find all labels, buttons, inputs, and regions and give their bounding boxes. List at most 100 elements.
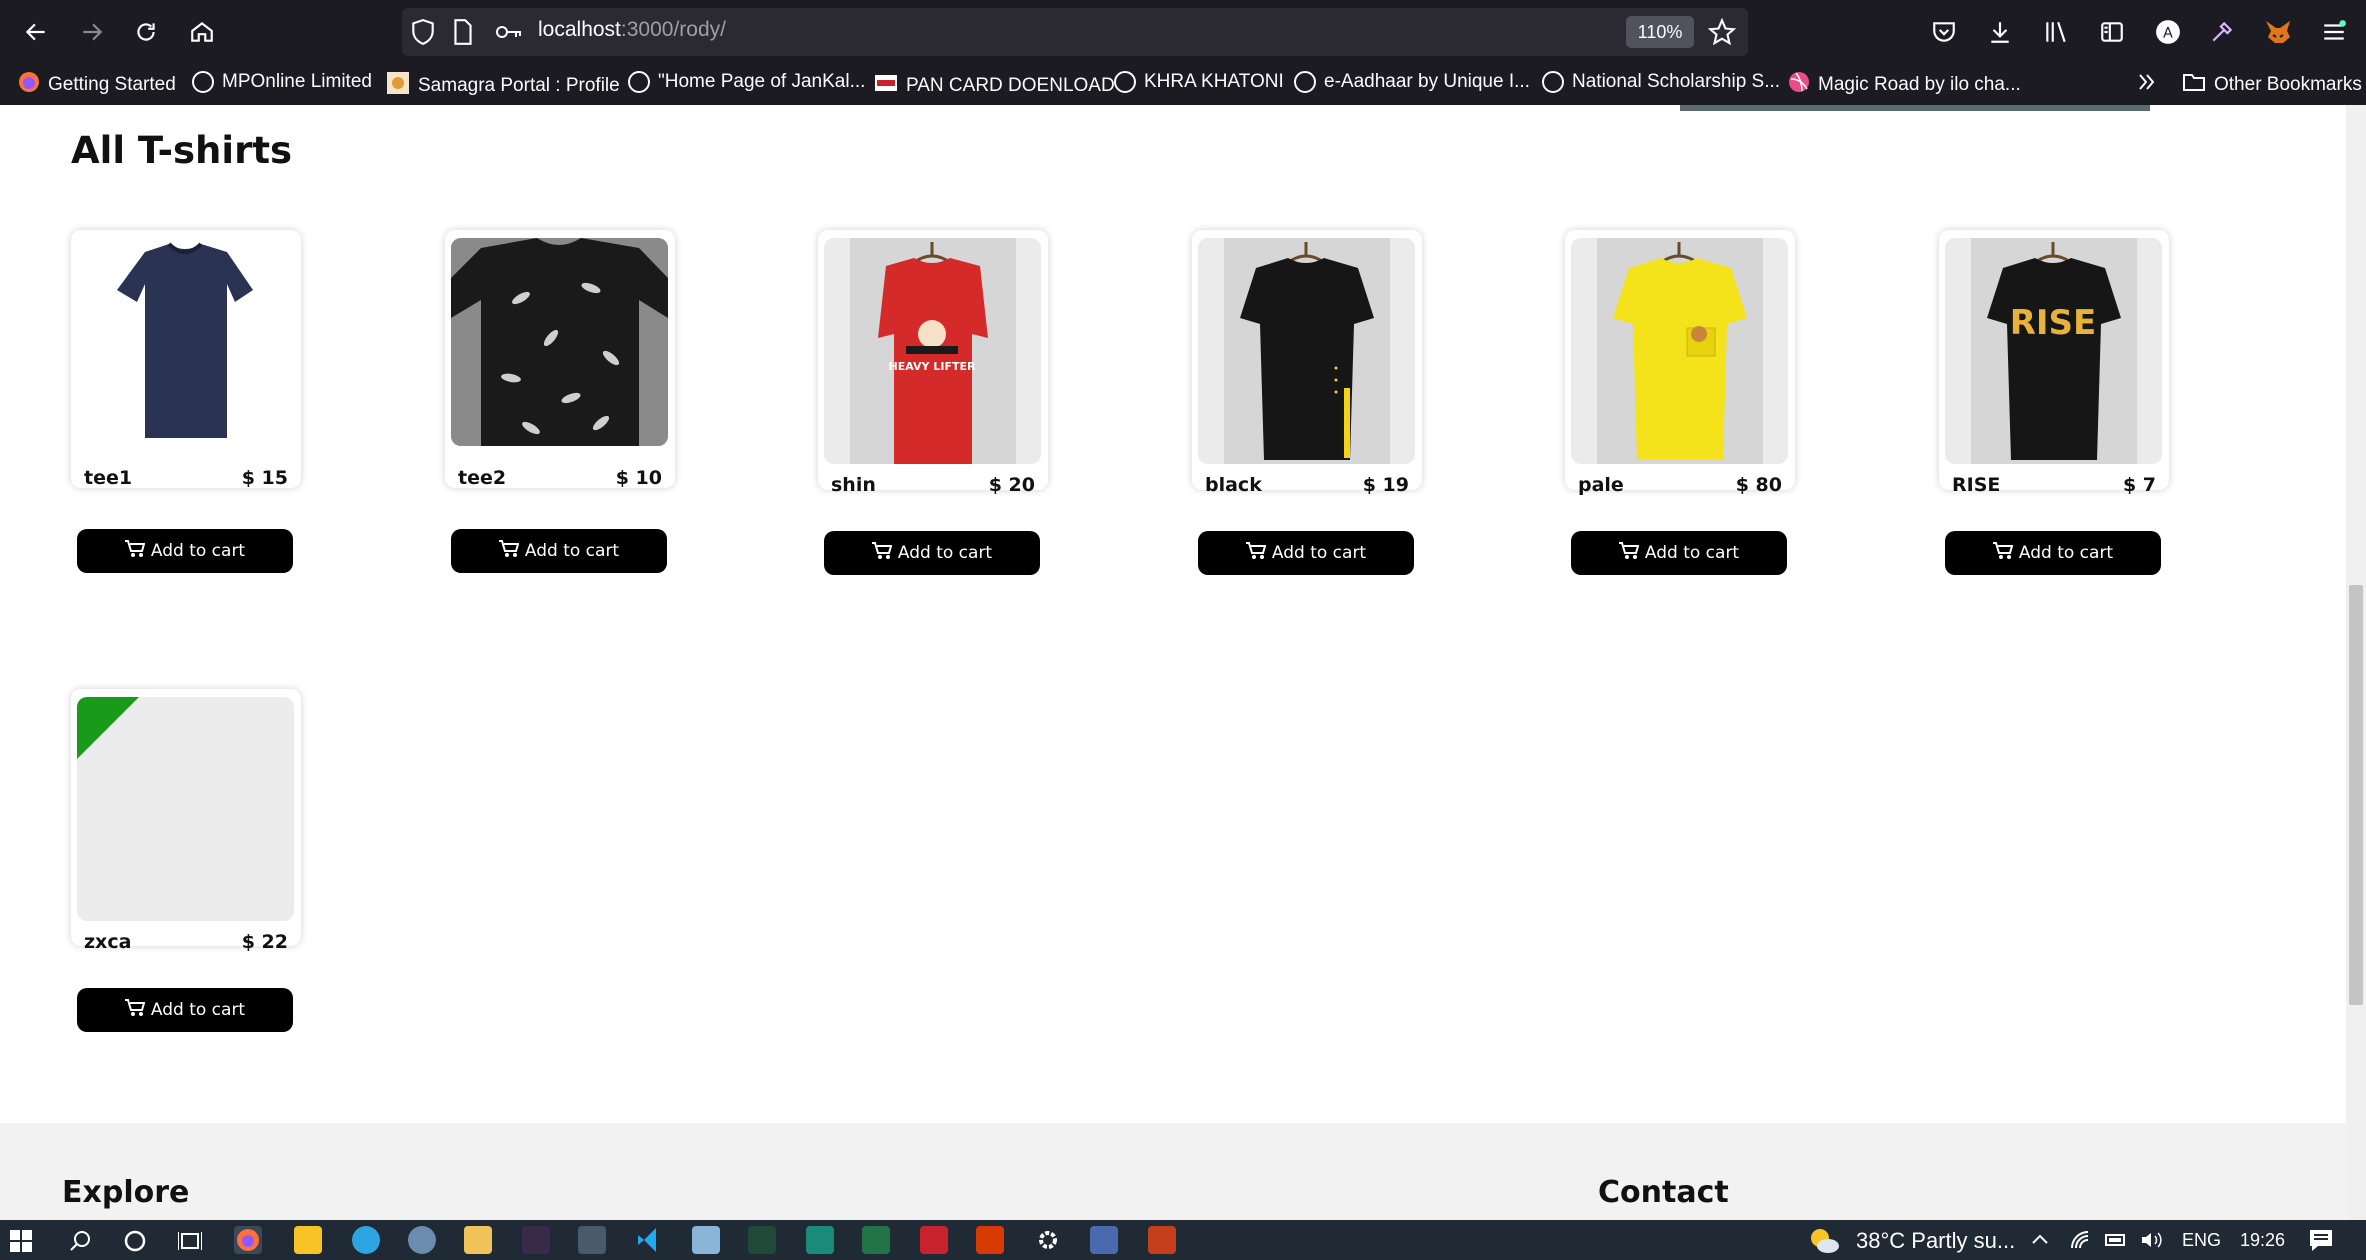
excel-icon[interactable] xyxy=(862,1226,890,1254)
vscode-icon[interactable] xyxy=(636,1226,664,1254)
product-card[interactable]: RISE RISE $ 7 Add to cart xyxy=(1939,230,2169,575)
bookmarks-overflow-icon[interactable] xyxy=(2136,71,2158,93)
cortana-icon[interactable] xyxy=(124,1230,146,1257)
url-bar[interactable]: localhost:3000/rody/ 110% xyxy=(402,8,1748,56)
add-to-cart-label: Add to cart xyxy=(150,541,246,561)
telegram-icon[interactable] xyxy=(352,1226,380,1254)
page-scrollbar[interactable] xyxy=(2346,105,2366,1220)
product-card[interactable]: tee1 $ 15 Add to cart xyxy=(71,230,301,573)
product-card[interactable]: black $ 19 Add to cart xyxy=(1192,230,1422,575)
weather-icon[interactable] xyxy=(1808,1226,1840,1259)
windows-start-icon[interactable] xyxy=(10,1230,32,1257)
bookmark-khra-khatoni[interactable]: KHRA KHATONI xyxy=(1114,71,1284,93)
zoom-badge[interactable]: 110% xyxy=(1626,16,1694,48)
svg-text:A: A xyxy=(2163,25,2173,41)
account-avatar-icon[interactable]: A xyxy=(2148,12,2188,52)
bookmark-e-aadhaar[interactable]: e-Aadhaar by Unique I... xyxy=(1294,71,1530,93)
product-card[interactable]: pale $ 80 Add to cart xyxy=(1565,230,1795,575)
library-icon[interactable] xyxy=(2036,12,2076,52)
download-icon[interactable] xyxy=(1980,12,2020,52)
add-to-cart-label: Add to cart xyxy=(1644,543,1740,563)
product-card[interactable]: zxca $ 22 Add to cart xyxy=(71,689,301,1032)
sticky-notes-icon[interactable] xyxy=(294,1226,322,1254)
powerpoint-icon[interactable] xyxy=(1148,1226,1176,1254)
shield-icon[interactable] xyxy=(410,18,436,50)
folder-icon xyxy=(2182,71,2206,99)
product-image[interactable] xyxy=(1571,238,1788,464)
product-card[interactable]: HEAVY LIFTER shin $ 20 Add to cart xyxy=(818,230,1048,575)
app-icon[interactable] xyxy=(748,1226,776,1254)
gear-icon[interactable] xyxy=(1034,1226,1062,1254)
cart-icon xyxy=(124,998,146,1022)
product-image[interactable]: HEAVY LIFTER xyxy=(824,238,1041,464)
add-to-cart-button[interactable]: Add to cart xyxy=(1571,531,1787,575)
weather-text[interactable]: 38°C Partly su... xyxy=(1856,1228,2015,1254)
bookmark-pan-card[interactable]: PAN CARD DOENLOAD xyxy=(874,71,1115,101)
app-icon[interactable] xyxy=(692,1226,720,1254)
volume-icon[interactable] xyxy=(2140,1230,2166,1255)
url-text[interactable]: localhost:3000/rody/ xyxy=(538,18,726,42)
metamask-fox-icon[interactable] xyxy=(2258,12,2298,52)
language-indicator[interactable]: ENG xyxy=(2182,1230,2221,1251)
other-bookmarks[interactable]: Other Bookmarks xyxy=(2182,71,2362,99)
cart-icon xyxy=(124,539,146,563)
app-icon[interactable] xyxy=(1090,1226,1118,1254)
clock-time[interactable]: 19:26 xyxy=(2240,1230,2285,1251)
product-image[interactable] xyxy=(77,697,294,921)
globe-icon xyxy=(1294,71,1316,93)
bookmark-samagra[interactable]: Samagra Portal : Profile xyxy=(386,71,620,101)
chevron-up-icon[interactable] xyxy=(2030,1230,2050,1255)
forward-icon[interactable] xyxy=(72,12,112,52)
add-to-cart-button[interactable]: Add to cart xyxy=(77,988,293,1032)
app-icon[interactable] xyxy=(806,1226,834,1254)
product-name: black xyxy=(1205,474,1262,496)
acrobat-icon[interactable] xyxy=(920,1226,948,1254)
product-image[interactable] xyxy=(451,238,668,446)
home-icon[interactable] xyxy=(182,12,222,52)
search-icon[interactable] xyxy=(70,1230,92,1257)
product-price: $ 15 xyxy=(241,467,288,489)
app-icon[interactable] xyxy=(522,1226,550,1254)
sidebar-icon[interactable] xyxy=(2092,12,2132,52)
calculator-icon[interactable] xyxy=(578,1226,606,1254)
page-icon[interactable] xyxy=(452,18,474,50)
windows-taskbar: 38°C Partly su... ENG 19:26 xyxy=(0,1220,2366,1260)
product-name: zxca xyxy=(84,931,132,953)
product-image[interactable] xyxy=(77,238,294,448)
reload-icon[interactable] xyxy=(126,12,166,52)
yellow-pocket-tshirt-icon xyxy=(1597,238,1763,464)
back-icon[interactable] xyxy=(16,12,56,52)
task-view-icon[interactable] xyxy=(177,1230,203,1257)
battery-icon[interactable] xyxy=(2104,1230,2128,1255)
bookmark-jankalyan[interactable]: "Home Page of JanKal... xyxy=(628,71,865,93)
eyedropper-icon[interactable] xyxy=(2202,12,2242,52)
add-to-cart-button[interactable]: Add to cart xyxy=(77,529,293,573)
other-bookmarks-label: Other Bookmarks xyxy=(2214,74,2362,95)
bookmark-getting-started[interactable]: Getting Started xyxy=(18,71,176,99)
bookmark-label: National Scholarship S... xyxy=(1572,71,1781,92)
bookmark-national-scholarship[interactable]: National Scholarship S... xyxy=(1542,71,1780,93)
add-to-cart-button[interactable]: Add to cart xyxy=(824,531,1040,575)
product-card[interactable]: tee2 $ 10 Add to cart xyxy=(445,230,675,573)
product-image[interactable]: RISE xyxy=(1945,238,2162,464)
bookmark-magic-road[interactable]: Magic Road by ilo cha... xyxy=(1788,71,2021,99)
settings-app-icon[interactable] xyxy=(408,1226,436,1254)
bookmark-label: "Home Page of JanKal... xyxy=(658,71,866,92)
add-to-cart-button[interactable]: Add to cart xyxy=(1198,531,1414,575)
office-icon[interactable] xyxy=(976,1226,1004,1254)
bookmark-mponline[interactable]: MPOnline Limited xyxy=(192,71,372,93)
file-explorer-icon[interactable] xyxy=(464,1226,492,1254)
add-to-cart-label: Add to cart xyxy=(897,543,993,563)
add-to-cart-label: Add to cart xyxy=(1271,543,1367,563)
notifications-icon[interactable] xyxy=(2308,1228,2334,1257)
product-image[interactable] xyxy=(1198,238,1415,464)
scroll-thumb[interactable] xyxy=(2349,585,2363,1005)
star-icon[interactable] xyxy=(1707,17,1737,50)
add-to-cart-button[interactable]: Add to cart xyxy=(1945,531,2161,575)
firefox-taskbar-icon[interactable] xyxy=(234,1226,262,1254)
wifi-icon[interactable] xyxy=(2070,1230,2092,1255)
add-to-cart-button[interactable]: Add to cart xyxy=(451,529,667,573)
menu-icon[interactable] xyxy=(2314,12,2354,52)
key-icon[interactable] xyxy=(494,20,524,48)
pocket-icon[interactable] xyxy=(1924,12,1964,52)
